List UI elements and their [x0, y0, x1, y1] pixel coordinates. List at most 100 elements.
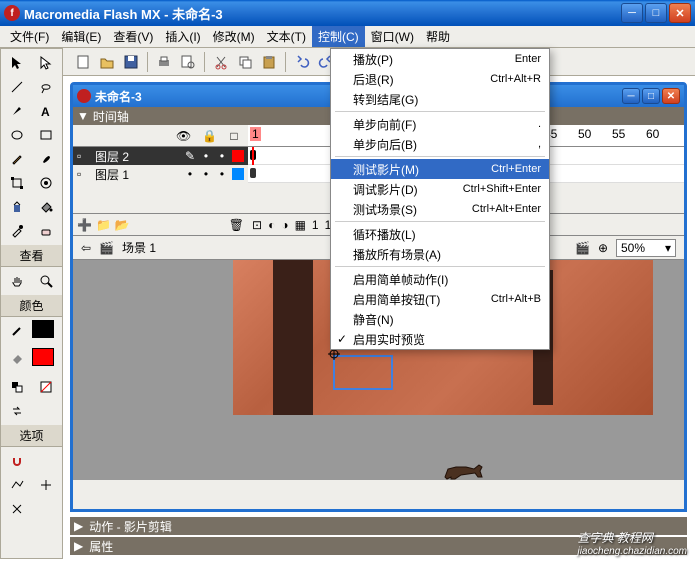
- menu-loop[interactable]: 循环播放(L): [331, 224, 549, 244]
- dog-symbol[interactable]: [440, 457, 490, 480]
- pencil-tool[interactable]: [4, 148, 30, 170]
- open-button[interactable]: [96, 51, 118, 73]
- cut-button[interactable]: [210, 51, 232, 73]
- delete-layer-button[interactable]: 🗑: [229, 218, 244, 232]
- menu-live-preview[interactable]: ✓启用实时预览: [331, 329, 549, 349]
- minimize-button[interactable]: ─: [621, 3, 643, 23]
- add-layer-button[interactable]: ➕: [77, 218, 92, 232]
- center-frame-button[interactable]: ⊡: [252, 218, 262, 232]
- layer-row-2[interactable]: ▫ 图层 1 • • •: [73, 165, 248, 183]
- paste-button[interactable]: [258, 51, 280, 73]
- default-colors-button[interactable]: [4, 376, 30, 398]
- line-tool[interactable]: [4, 76, 30, 98]
- close-button[interactable]: ✕: [669, 3, 691, 23]
- expand-arrow-icon: ▶: [74, 519, 83, 533]
- menu-help[interactable]: 帮助: [420, 26, 456, 47]
- smooth-option[interactable]: [33, 450, 59, 472]
- menu-rewind[interactable]: 后退(R)Ctrl+Alt+R: [331, 69, 549, 89]
- menubar: 文件(F) 编辑(E) 查看(V) 插入(I) 修改(M) 文本(T) 控制(C…: [0, 26, 695, 48]
- menu-modify[interactable]: 修改(M): [207, 26, 261, 47]
- add-folder-button[interactable]: 📂: [115, 218, 130, 232]
- save-button[interactable]: [120, 51, 142, 73]
- pen-tool[interactable]: [4, 100, 30, 122]
- menu-test-movie[interactable]: 测试影片(M)Ctrl+Enter: [331, 159, 549, 179]
- doc-icon: [77, 89, 91, 103]
- stroke-swatch[interactable]: [32, 320, 54, 338]
- onion-outline-button[interactable]: ◑: [281, 218, 288, 232]
- option-5[interactable]: [4, 498, 30, 520]
- menu-insert[interactable]: 插入(I): [159, 26, 206, 47]
- view-section-label: 查看: [1, 245, 62, 267]
- actions-label: 动作 - 影片剪辑: [89, 518, 172, 535]
- onion-skin-button[interactable]: ◐: [268, 218, 275, 232]
- snap-option[interactable]: [4, 450, 30, 472]
- menu-file[interactable]: 文件(F): [4, 26, 55, 47]
- menu-step-forward[interactable]: 单步向前(F).: [331, 114, 549, 134]
- eyedropper-tool[interactable]: [4, 220, 30, 242]
- menu-control[interactable]: 控制(C): [312, 26, 365, 47]
- menu-view[interactable]: 查看(V): [107, 26, 159, 47]
- lasso-tool[interactable]: [33, 76, 59, 98]
- layer-color[interactable]: [232, 168, 244, 180]
- print-button[interactable]: [153, 51, 175, 73]
- hand-tool[interactable]: [4, 270, 30, 292]
- copy-button[interactable]: [234, 51, 256, 73]
- menu-play-all-scenes[interactable]: 播放所有场景(A): [331, 244, 549, 264]
- menu-simple-buttons[interactable]: 启用简单按钮(T)Ctrl+Alt+B: [331, 289, 549, 309]
- edit-multiple-button[interactable]: ▦: [295, 218, 306, 232]
- edit-symbol-button[interactable]: ⊕: [598, 241, 608, 255]
- preview-button[interactable]: [177, 51, 199, 73]
- expand-arrow-icon: ▶: [74, 539, 83, 553]
- brush-tool[interactable]: [33, 148, 59, 170]
- maximize-button[interactable]: □: [645, 3, 667, 23]
- option-4[interactable]: [33, 474, 59, 496]
- menu-test-scene[interactable]: 测试场景(S)Ctrl+Alt+Enter: [331, 199, 549, 219]
- scene-icon: 🎬: [99, 241, 114, 255]
- menu-step-back[interactable]: 单步向后(B),: [331, 134, 549, 154]
- straighten-option[interactable]: [4, 474, 30, 496]
- transform-tool[interactable]: [4, 172, 30, 194]
- ink-bottle-tool[interactable]: [4, 196, 30, 218]
- eraser-tool[interactable]: [33, 220, 59, 242]
- add-guide-button[interactable]: 📁: [96, 218, 111, 232]
- fill-color-icon: [4, 348, 30, 370]
- zoom-input[interactable]: 50%▾: [616, 239, 676, 257]
- tool-panel: A 查看 颜色 选项: [0, 48, 63, 559]
- menu-goto-end[interactable]: 转到结尾(G): [331, 89, 549, 109]
- swap-colors-button[interactable]: [4, 400, 30, 422]
- lock-icon[interactable]: 🔒: [202, 129, 214, 143]
- no-color-button[interactable]: [33, 376, 59, 398]
- doc-close-button[interactable]: ✕: [662, 88, 680, 104]
- menu-window[interactable]: 窗口(W): [365, 26, 420, 47]
- layer-name: 图层 1: [95, 166, 180, 183]
- layer-icon: ▫: [77, 149, 91, 163]
- undo-button[interactable]: [291, 51, 313, 73]
- back-arrow-icon[interactable]: ⇦: [81, 241, 91, 255]
- fill-transform-tool[interactable]: [33, 172, 59, 194]
- doc-minimize-button[interactable]: ─: [622, 88, 640, 104]
- eye-icon[interactable]: 👁: [176, 129, 188, 143]
- menu-mute[interactable]: 静音(N): [331, 309, 549, 329]
- menu-edit[interactable]: 编辑(E): [55, 26, 107, 47]
- selection-box[interactable]: [333, 355, 393, 390]
- edit-scene-button[interactable]: 🎬: [575, 241, 590, 255]
- paint-bucket-tool[interactable]: [33, 196, 59, 218]
- selection-tool[interactable]: [4, 52, 30, 74]
- rectangle-tool[interactable]: [33, 124, 59, 146]
- outline-icon[interactable]: □: [228, 129, 240, 143]
- zoom-tool[interactable]: [33, 270, 59, 292]
- layer-row-1[interactable]: ▫ 图层 2 ✎ • •: [73, 147, 248, 165]
- fill-swatch[interactable]: [32, 348, 54, 366]
- app-icon: f: [4, 5, 20, 21]
- oval-tool[interactable]: [4, 124, 30, 146]
- doc-maximize-button[interactable]: □: [642, 88, 660, 104]
- new-button[interactable]: [72, 51, 94, 73]
- layer-color[interactable]: [232, 150, 244, 162]
- menu-play[interactable]: 播放(P)Enter: [331, 49, 549, 69]
- subselection-tool[interactable]: [33, 52, 59, 74]
- menu-debug-movie[interactable]: 调试影片(D)Ctrl+Shift+Enter: [331, 179, 549, 199]
- text-tool[interactable]: A: [33, 100, 59, 122]
- menu-simple-frame-actions[interactable]: 启用简单帧动作(I): [331, 269, 549, 289]
- menu-text[interactable]: 文本(T): [261, 26, 312, 47]
- control-menu-dropdown: 播放(P)Enter 后退(R)Ctrl+Alt+R 转到结尾(G) 单步向前(…: [330, 48, 550, 350]
